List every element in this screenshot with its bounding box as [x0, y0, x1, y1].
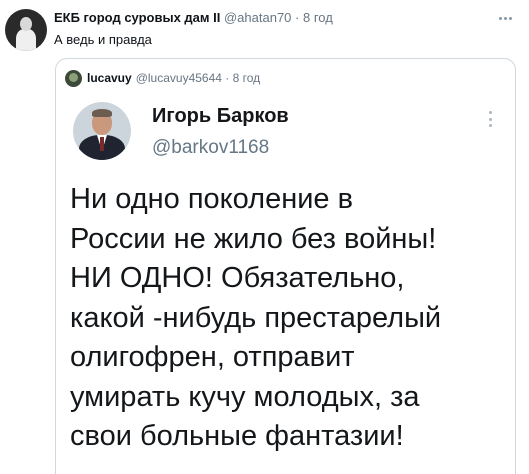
screenshot-author-handle: @barkov1168 [152, 137, 270, 158]
quoted-author-handle: @lucavuy45644 [135, 71, 222, 85]
quoted-tweet-time: 8 год [232, 71, 261, 85]
quoted-tweet[interactable]: lucavuy @lucavuy45644 · 8 год Игорь Барк… [55, 58, 516, 474]
author-name[interactable]: ЕКБ город суровых дам II [54, 10, 220, 25]
tweet[interactable]: ЕКБ город суровых дам II @ahatan70 · 8 г… [0, 0, 529, 474]
profile-photo [73, 102, 131, 160]
screenshot-text-line: России не жило без войны! [70, 222, 437, 255]
screenshot-text-line: умирать кучу молодых, за [70, 380, 420, 413]
quoted-author-name: lucavuy [87, 71, 132, 85]
separator: · [225, 71, 230, 85]
screenshot-text-line: Ни одно поколение в [70, 183, 354, 215]
screenshot-text-line: свои больные фантазии! [70, 420, 404, 452]
separator: · [295, 10, 300, 25]
quoted-author-avatar [65, 69, 82, 87]
author-avatar[interactable] [5, 9, 47, 51]
more-vertical-icon [489, 111, 493, 127]
quoted-tweet-header: lucavuy @lucavuy45644 · 8 год [65, 69, 260, 87]
screenshot-text-line: олигофрен, отправит [70, 341, 355, 373]
screenshot-text: Ни одно поколение в России не жило без в… [70, 180, 510, 457]
quoted-image[interactable]: Игорь Барков @barkov1168 Ни одно поколен… [56, 92, 515, 474]
tweet-time[interactable]: 8 год [303, 10, 333, 25]
more-horizontal-icon[interactable] [495, 10, 515, 26]
author-handle[interactable]: @ahatan70 [224, 10, 291, 25]
screenshot-text-line: какой -нибудь престарелый [70, 301, 442, 334]
tweet-text: А ведь и правда [54, 32, 152, 47]
screenshot-author-name: Игорь Барков [152, 105, 289, 127]
screenshot-text-line: НИ ОДНО! Обязательно, [70, 262, 405, 294]
tweet-header: ЕКБ город суровых дам II @ahatan70 · 8 г… [54, 9, 489, 27]
